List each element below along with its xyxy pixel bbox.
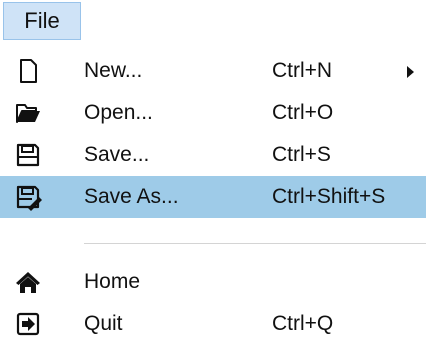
menu-separator — [84, 243, 426, 244]
floppy-disk-icon — [16, 143, 40, 167]
menu-item-label: Save... — [84, 143, 150, 166]
folder-open-icon — [16, 104, 40, 123]
menu-item-shortcut: Ctrl+Q — [272, 312, 334, 335]
file-menu-title[interactable]: File — [3, 2, 81, 40]
menu-item-label: Quit — [84, 312, 123, 335]
menu-item-shortcut: Ctrl+O — [272, 101, 334, 124]
menu-item-label: Home — [84, 270, 141, 293]
menu-item-new[interactable]: New... Ctrl+N — [0, 50, 426, 92]
menu-item-save[interactable]: Save... Ctrl+S — [0, 134, 426, 176]
menu-item-shortcut: Ctrl+S — [272, 143, 331, 166]
submenu-arrow-icon — [407, 66, 414, 78]
new-file-icon — [20, 59, 37, 83]
file-menu-dropdown: New... Ctrl+N Open... Ctrl+O Save... Ctr… — [0, 42, 441, 349]
menu-item-open[interactable]: Open... Ctrl+O — [0, 92, 426, 134]
quit-icon — [16, 312, 40, 336]
menu-item-shortcut: Ctrl+N — [272, 59, 333, 82]
menu-item-label: Save As... — [84, 185, 179, 208]
menu-item-home[interactable]: Home — [0, 261, 426, 303]
menu-item-quit[interactable]: Quit Ctrl+Q — [0, 303, 426, 345]
home-icon — [16, 272, 40, 293]
menu-item-save-as[interactable]: Save As... Ctrl+Shift+S — [0, 176, 426, 218]
menu-item-label: New... — [84, 59, 143, 82]
menu-item-shortcut: Ctrl+Shift+S — [272, 185, 386, 208]
save-as-icon — [16, 185, 42, 211]
menu-bar: File — [0, 0, 441, 42]
menu-item-label: Open... — [84, 101, 153, 124]
